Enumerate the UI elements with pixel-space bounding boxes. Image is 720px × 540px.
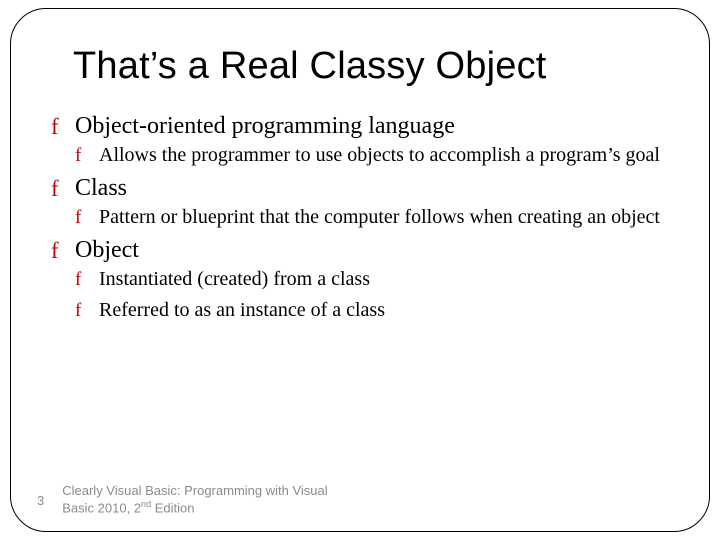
footer-text-pre: Clearly Visual Basic: Programming with V…: [62, 483, 327, 516]
bullet-glyph-icon: f: [75, 144, 81, 168]
footer-text: Clearly Visual Basic: Programming with V…: [62, 483, 362, 517]
bullet-text: Class: [75, 175, 127, 201]
bullet-lvl1: f Object: [51, 236, 673, 265]
page-number: 3: [37, 493, 44, 508]
bullet-lvl2: f Pattern or blueprint that the computer…: [75, 205, 673, 230]
bullet-text: Instantiated (created) from a class: [99, 268, 370, 290]
bullet-glyph-icon: f: [75, 299, 81, 323]
bullet-lvl2: f Referred to as an instance of a class: [75, 298, 673, 323]
bullet-lvl1: f Object-oriented programming language: [51, 112, 673, 141]
bullet-glyph-icon: f: [51, 113, 59, 141]
footer-text-post: Edition: [151, 501, 194, 516]
bullet-lvl2: f Allows the programmer to use objects t…: [75, 143, 673, 168]
slide-title: That’s a Real Classy Object: [73, 45, 673, 88]
bullet-lvl1: f Class: [51, 174, 673, 203]
bullet-glyph-icon: f: [75, 206, 81, 230]
bullet-glyph-icon: f: [51, 175, 59, 203]
bullet-lvl2: f Instantiated (created) from a class: [75, 267, 673, 292]
bullet-text: Referred to as an instance of a class: [99, 299, 385, 321]
bullet-text: Pattern or blueprint that the computer f…: [99, 206, 660, 228]
footer-text-sup: nd: [141, 499, 151, 509]
footer: 3 Clearly Visual Basic: Programming with…: [37, 483, 362, 517]
bullet-text: Allows the programmer to use objects to …: [99, 144, 660, 166]
slide: That’s a Real Classy Object f Object-ori…: [0, 0, 720, 540]
content-body: f Object-oriented programming language f…: [51, 112, 673, 323]
bullet-glyph-icon: f: [75, 268, 81, 292]
slide-frame: That’s a Real Classy Object f Object-ori…: [10, 8, 710, 532]
bullet-glyph-icon: f: [51, 237, 59, 265]
bullet-text: Object-oriented programming language: [75, 113, 455, 139]
bullet-text: Object: [75, 237, 139, 263]
